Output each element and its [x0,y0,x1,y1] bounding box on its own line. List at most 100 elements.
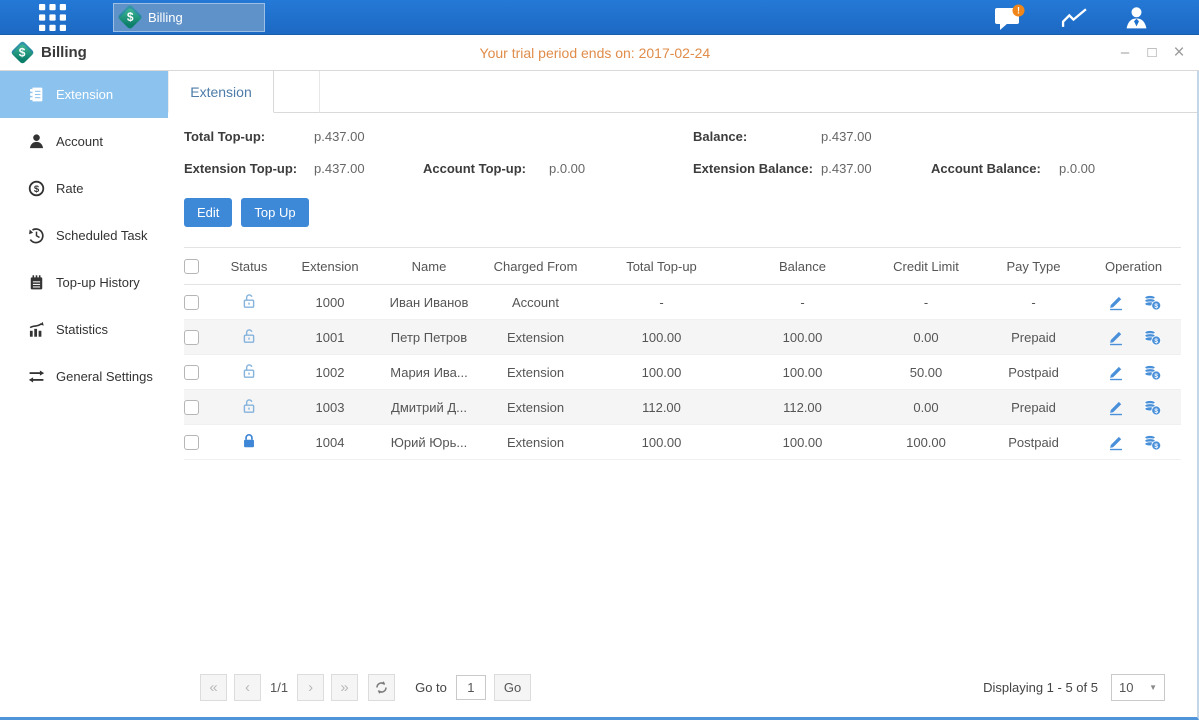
tab-extension[interactable]: Extension [168,71,274,113]
action-buttons: Edit Top Up [184,198,1181,227]
lock-open-icon[interactable] [240,292,258,310]
sidebar-item-statistics[interactable]: Statistics [0,306,168,353]
cell-charged-from: Extension [482,390,589,425]
close-icon[interactable]: × [1171,43,1187,62]
page-size-value: 10 [1119,680,1133,695]
column-header-status: Status [214,248,284,285]
topup-button[interactable]: Top Up [241,198,308,227]
balance-value: p.437.00 [821,129,931,144]
sidebar-item-general-settings[interactable]: General Settings [0,353,168,400]
cell-balance: 100.00 [734,355,871,390]
edit-button[interactable]: Edit [184,198,232,227]
cell-balance: 100.00 [734,425,871,460]
edit-pencil-icon[interactable] [1107,294,1125,311]
cell-pay-type: Postpaid [981,425,1086,460]
edit-pencil-icon[interactable] [1107,329,1125,346]
column-header-extension: Extension [284,248,376,285]
trial-notice: Your trial period ends on: 2017-02-24 [480,35,711,70]
summary-panel: Total Top-up: p.437.00 Balance: p.437.00… [184,129,1181,176]
topup-coins-icon[interactable]: $ [1143,294,1161,311]
cell-total-topup: 100.00 [589,320,734,355]
window-body: ExtensionAccount$RateScheduled TaskTop-u… [0,71,1199,720]
prev-page-button[interactable]: ‹ [234,674,261,701]
displaying-text: Displaying 1 - 5 of 5 [983,680,1098,695]
cell-credit-limit: 50.00 [871,355,981,390]
next-page-button[interactable]: › [297,674,324,701]
topup-coins-icon[interactable]: $ [1143,364,1161,381]
cell-name: Мария Ива... [376,355,482,390]
sidebar-item-label: Statistics [56,322,108,337]
account-balance-label: Account Balance: [931,161,1059,176]
sidebar-item-extension[interactable]: Extension [0,71,168,118]
chevron-down-icon: ▼ [1149,683,1157,692]
statistics-chart-icon[interactable] [1061,6,1088,29]
page-size-select[interactable]: 10 ▼ [1111,674,1165,701]
row-checkbox[interactable] [184,330,199,345]
cell-credit-limit: - [871,285,981,320]
select-all-checkbox[interactable] [184,259,199,274]
notifications-chat-icon[interactable]: ! [994,4,1025,31]
go-button[interactable]: Go [494,674,531,701]
topup-coins-icon[interactable]: $ [1143,399,1161,416]
cell-operation: $ [1086,355,1181,390]
total-topup-value: p.437.00 [314,129,423,144]
sidebar-item-account[interactable]: Account [0,118,168,165]
last-page-button[interactable]: » [331,674,358,701]
goto-label: Go to [415,680,447,695]
person-icon [28,133,45,150]
cell-credit-limit: 0.00 [871,320,981,355]
table-row: 1002Мария Ива...Extension100.00100.0050.… [184,355,1181,390]
row-checkbox[interactable] [184,435,199,450]
ledger-icon [28,86,45,103]
taskbar-tab-billing[interactable]: $ Billing [113,3,265,32]
svg-text:$: $ [1154,337,1158,344]
tab-bar: Extension [168,71,1197,113]
topup-coins-icon[interactable]: $ [1143,329,1161,346]
main-panel: Extension Total Top-up: p.437.00 Balance… [168,71,1197,717]
cell-operation: $ [1086,320,1181,355]
table-row: 1000Иван ИвановAccount----$ [184,285,1181,320]
sidebar-item-label: Scheduled Task [56,228,148,243]
edit-pencil-icon[interactable] [1107,434,1125,451]
lock-open-icon[interactable] [240,362,258,380]
window-controls: – □ × [1117,43,1187,62]
column-header-operation: Operation [1086,248,1181,285]
maximize-icon[interactable]: □ [1144,45,1160,60]
lock-open-icon[interactable] [240,327,258,345]
topup-coins-icon[interactable]: $ [1143,434,1161,451]
column-header-name: Name [376,248,482,285]
lock-closed-icon[interactable] [240,432,258,450]
minimize-icon[interactable]: – [1117,45,1133,60]
billing-diamond-icon: $ [117,4,142,29]
edit-pencil-icon[interactable] [1107,364,1125,381]
sidebar-item-rate[interactable]: $Rate [0,165,168,212]
extension-balance-label: Extension Balance: [693,161,821,176]
dollar-circle-icon: $ [28,180,45,197]
refresh-button[interactable] [368,674,395,701]
row-checkbox[interactable] [184,400,199,415]
row-checkbox[interactable] [184,295,199,310]
extension-topup-value: p.437.00 [314,161,423,176]
row-checkbox[interactable] [184,365,199,380]
cell-credit-limit: 0.00 [871,390,981,425]
total-topup-label: Total Top-up: [184,129,314,144]
refresh-icon [374,680,389,695]
first-page-button[interactable]: « [200,674,227,701]
edit-pencil-icon[interactable] [1107,399,1125,416]
sidebar-item-label: General Settings [56,369,153,384]
pagination-bar: « ‹ 1/1 › » Go to Go [184,671,1181,717]
sidebar-item-scheduled-task[interactable]: Scheduled Task [0,212,168,259]
lock-open-icon[interactable] [240,397,258,415]
cell-pay-type: Prepaid [981,390,1086,425]
table-row: 1003Дмитрий Д...Extension112.00112.000.0… [184,390,1181,425]
svg-text:$: $ [1154,442,1158,449]
pagination-right: Displaying 1 - 5 of 5 10 ▼ [983,674,1165,701]
cell-pay-type: Prepaid [981,320,1086,355]
apps-grid-icon[interactable] [38,3,66,31]
column-header-pay-type: Pay Type [981,248,1086,285]
goto-page-input[interactable] [456,675,486,700]
balance-label: Balance: [693,129,821,144]
user-account-icon[interactable] [1124,6,1149,29]
sidebar-item-top-up-history[interactable]: Top-up History [0,259,168,306]
cell-total-topup: 100.00 [589,425,734,460]
